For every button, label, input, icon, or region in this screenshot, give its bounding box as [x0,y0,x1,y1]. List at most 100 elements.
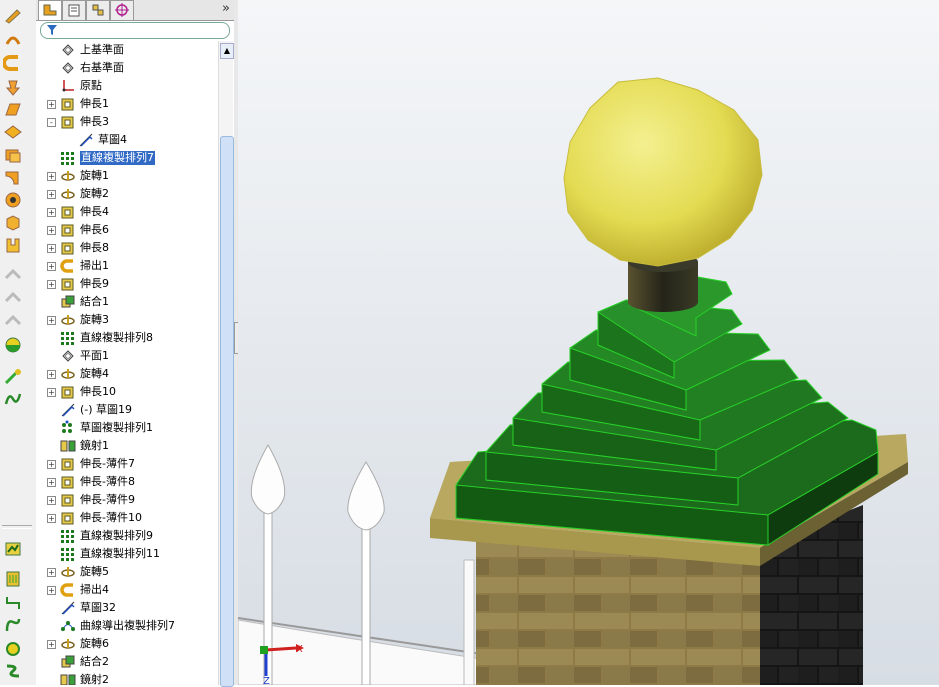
boundary-tool-icon[interactable] [3,100,23,118]
feature-label: 直線複製排列9 [80,529,153,542]
helix-tool-icon[interactable] [3,640,23,658]
feature-tree-item[interactable]: + 掃出1 [36,257,218,275]
feature-tree-item[interactable]: + 伸長-薄件9 [36,491,218,509]
feature-tree-item[interactable]: (-) 草圖19 [36,401,218,419]
tree-scrollbar[interactable]: ▲ [218,41,234,687]
feature-tree-item[interactable]: + 旋轉6 [36,635,218,653]
collapse-panel-button[interactable]: » [222,1,230,16]
dimxpert-tab[interactable] [110,0,134,20]
shell-tool-icon[interactable] [3,146,23,164]
feature-tree-item[interactable]: 直線複製排列7 [36,149,218,167]
collapse-icon[interactable]: - [47,118,56,127]
feature-tree-item[interactable]: + 旋轉2 [36,185,218,203]
line-tool-icon[interactable] [3,594,23,612]
expand-icon[interactable]: + [47,280,56,289]
hole-tool-icon[interactable] [3,191,23,209]
feature-tree-item[interactable]: 結合1 [36,293,218,311]
expand-icon[interactable]: + [47,208,56,217]
feature-tree-item[interactable]: + 伸長4 [36,203,218,221]
feature-label: 伸長-薄件9 [80,493,135,506]
feature-tree-item[interactable]: + 伸長-薄件10 [36,509,218,527]
box-tool-icon[interactable] [3,213,23,231]
revolve-icon [60,186,76,202]
expand-icon[interactable]: + [47,568,56,577]
fillet-tool-icon[interactable] [3,168,23,186]
expand-icon[interactable]: + [47,514,56,523]
feature-tree-item[interactable]: + 旋轉1 [36,167,218,185]
expand-icon[interactable]: + [47,172,56,181]
configuration-manager-tab[interactable] [86,0,110,20]
feature-tree-item[interactable]: 直線複製排列11 [36,545,218,563]
feature-tree-item[interactable]: 草圖32 [36,599,218,617]
expand-icon[interactable]: + [47,460,56,469]
feature-tree-item[interactable]: + 伸長-薄件7 [36,455,218,473]
rib-tool-icon[interactable] [3,236,23,254]
feature-tree-item[interactable]: 鏡射1 [36,437,218,455]
feature-manager-tab[interactable] [38,0,62,20]
feature-tree-item[interactable]: + 伸長-薄件8 [36,473,218,491]
pencil-tool-icon[interactable] [3,6,23,24]
scroll-up-icon[interactable]: ▲ [220,43,234,59]
extrude-icon [60,276,76,292]
feature-tree-item[interactable]: + 旋轉3 [36,311,218,329]
extrude-cut-tool-icon[interactable] [3,123,23,141]
feature-tree-item[interactable]: + 掃出4 [36,581,218,599]
feature-tree-item[interactable]: - 伸長3 [36,113,218,131]
reference-geometry-icon[interactable] [3,368,23,386]
spiral-tool-icon[interactable] [3,662,23,680]
feature-tree-item[interactable]: + 伸長10 [36,383,218,401]
curves-icon[interactable] [3,390,23,408]
feature-tree-item[interactable]: + 伸長8 [36,239,218,257]
feature-tree-item[interactable]: 平面1 [36,347,218,365]
extrude-icon [60,204,76,220]
feature-tree-item[interactable]: + 旋轉4 [36,365,218,383]
expand-icon[interactable]: + [47,478,56,487]
expand-icon[interactable]: + [47,388,56,397]
dome-tool-icon[interactable] [3,336,23,354]
feature-tree-item[interactable]: 草圖4 [36,131,218,149]
disabled-tool-2-icon[interactable] [3,289,23,307]
feature-tree-item[interactable]: 上基準面 [36,41,218,59]
expand-icon[interactable]: + [47,100,56,109]
feature-tree-item[interactable]: 結合2 [36,653,218,671]
mirror-icon [60,672,76,685]
scroll-thumb[interactable] [220,136,234,687]
toolbar-separator [2,525,32,529]
feature-tree-item[interactable]: 直線複製排列9 [36,527,218,545]
linear-pattern-icon [60,528,76,544]
expand-icon[interactable]: + [47,640,56,649]
feature-tree-item[interactable]: 直線複製排列8 [36,329,218,347]
tree-filter-field[interactable] [40,22,230,39]
feature-tree-item[interactable]: 鏡射2 [36,671,218,685]
expand-icon[interactable]: + [47,586,56,595]
feature-tree-item[interactable]: + 伸長9 [36,275,218,293]
expand-icon[interactable]: + [47,226,56,235]
revolve-icon [60,366,76,382]
spline-tool-icon[interactable] [3,616,23,634]
feature-tree-item[interactable]: 曲線導出複製排列7 [36,617,218,635]
expand-icon[interactable]: + [47,370,56,379]
feature-tree-item[interactable]: 右基準面 [36,59,218,77]
expand-icon[interactable]: + [47,190,56,199]
feature-label: 直線複製排列8 [80,331,153,344]
expand-icon[interactable]: + [47,262,56,271]
disabled-tool-3-icon[interactable] [3,312,23,330]
feature-tree-item[interactable]: + 伸長6 [36,221,218,239]
curve-pattern-icon [60,618,76,634]
smart-dimension-icon[interactable] [3,570,23,588]
loft-tool-icon[interactable] [3,78,23,96]
property-manager-tab[interactable] [62,0,86,20]
expand-icon[interactable]: + [47,496,56,505]
feature-tree-item[interactable]: 原點 [36,77,218,95]
sweep-tool-icon[interactable] [3,54,23,72]
expand-icon[interactable]: + [47,244,56,253]
revolve-tool-icon[interactable] [3,30,23,48]
expand-icon[interactable]: + [47,316,56,325]
disabled-tool-1-icon[interactable] [3,266,23,284]
feature-tree-item[interactable]: + 旋轉5 [36,563,218,581]
feature-tree-item[interactable]: 草圖複製排列1 [36,419,218,437]
feature-tree-item[interactable]: + 伸長1 [36,95,218,113]
sketch-tool-icon[interactable] [3,540,23,558]
graphics-area[interactable]: X Z [238,0,939,685]
feature-label: 草圖32 [80,601,116,614]
